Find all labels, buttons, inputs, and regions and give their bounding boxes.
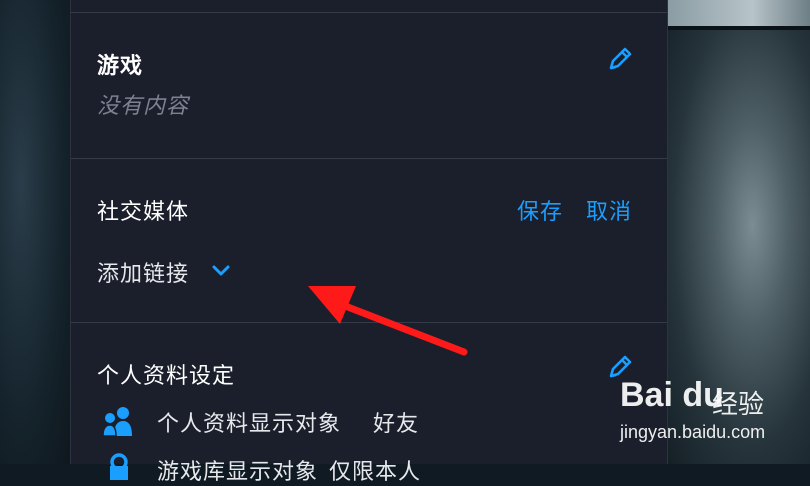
- profile-edit-panel: 游戏 没有内容 社交媒体 保存 取消 添加链接 个人资料设定 个人资料显示对象 …: [70, 0, 668, 485]
- divider: [71, 158, 667, 159]
- edit-pencil-icon[interactable]: [605, 44, 635, 74]
- profile-visibility-label: 个人资料显示对象: [157, 412, 342, 437]
- watermark-sub: 经验: [712, 390, 765, 420]
- inventory-visibility-label: 游戏库显示对象: [157, 460, 319, 485]
- chevron-down-icon: [212, 265, 230, 276]
- annotation-arrow: [308, 286, 468, 356]
- games-empty-text: 没有内容: [97, 94, 190, 119]
- games-title: 游戏: [97, 54, 144, 79]
- background-left: [0, 0, 70, 464]
- save-button[interactable]: 保存: [517, 194, 563, 226]
- cancel-button[interactable]: 取消: [586, 194, 632, 226]
- add-link-label: 添加链接: [97, 262, 190, 287]
- background-right-top: [666, 0, 810, 28]
- add-link-dropdown[interactable]: 添加链接: [97, 256, 237, 288]
- watermark-url: jingyan.baidu.com: [620, 422, 766, 442]
- profile-visibility-value: 好友: [373, 412, 420, 437]
- social-media-title: 社交媒体: [97, 200, 190, 225]
- friends-icon: [102, 407, 132, 437]
- profile-visibility-row: 个人资料显示对象 好友: [101, 402, 501, 438]
- inventory-visibility-value: 仅限本人: [329, 460, 422, 485]
- inventory-visibility-row: 游戏库显示对象 仅限本人: [101, 450, 501, 486]
- baidu-watermark: Bai du 经验 jingyan.baidu.com: [620, 376, 810, 464]
- lock-icon: [110, 453, 128, 480]
- watermark-logo: Bai du: [620, 376, 724, 414]
- profile-settings-title: 个人资料设定: [97, 364, 236, 389]
- divider: [71, 12, 667, 13]
